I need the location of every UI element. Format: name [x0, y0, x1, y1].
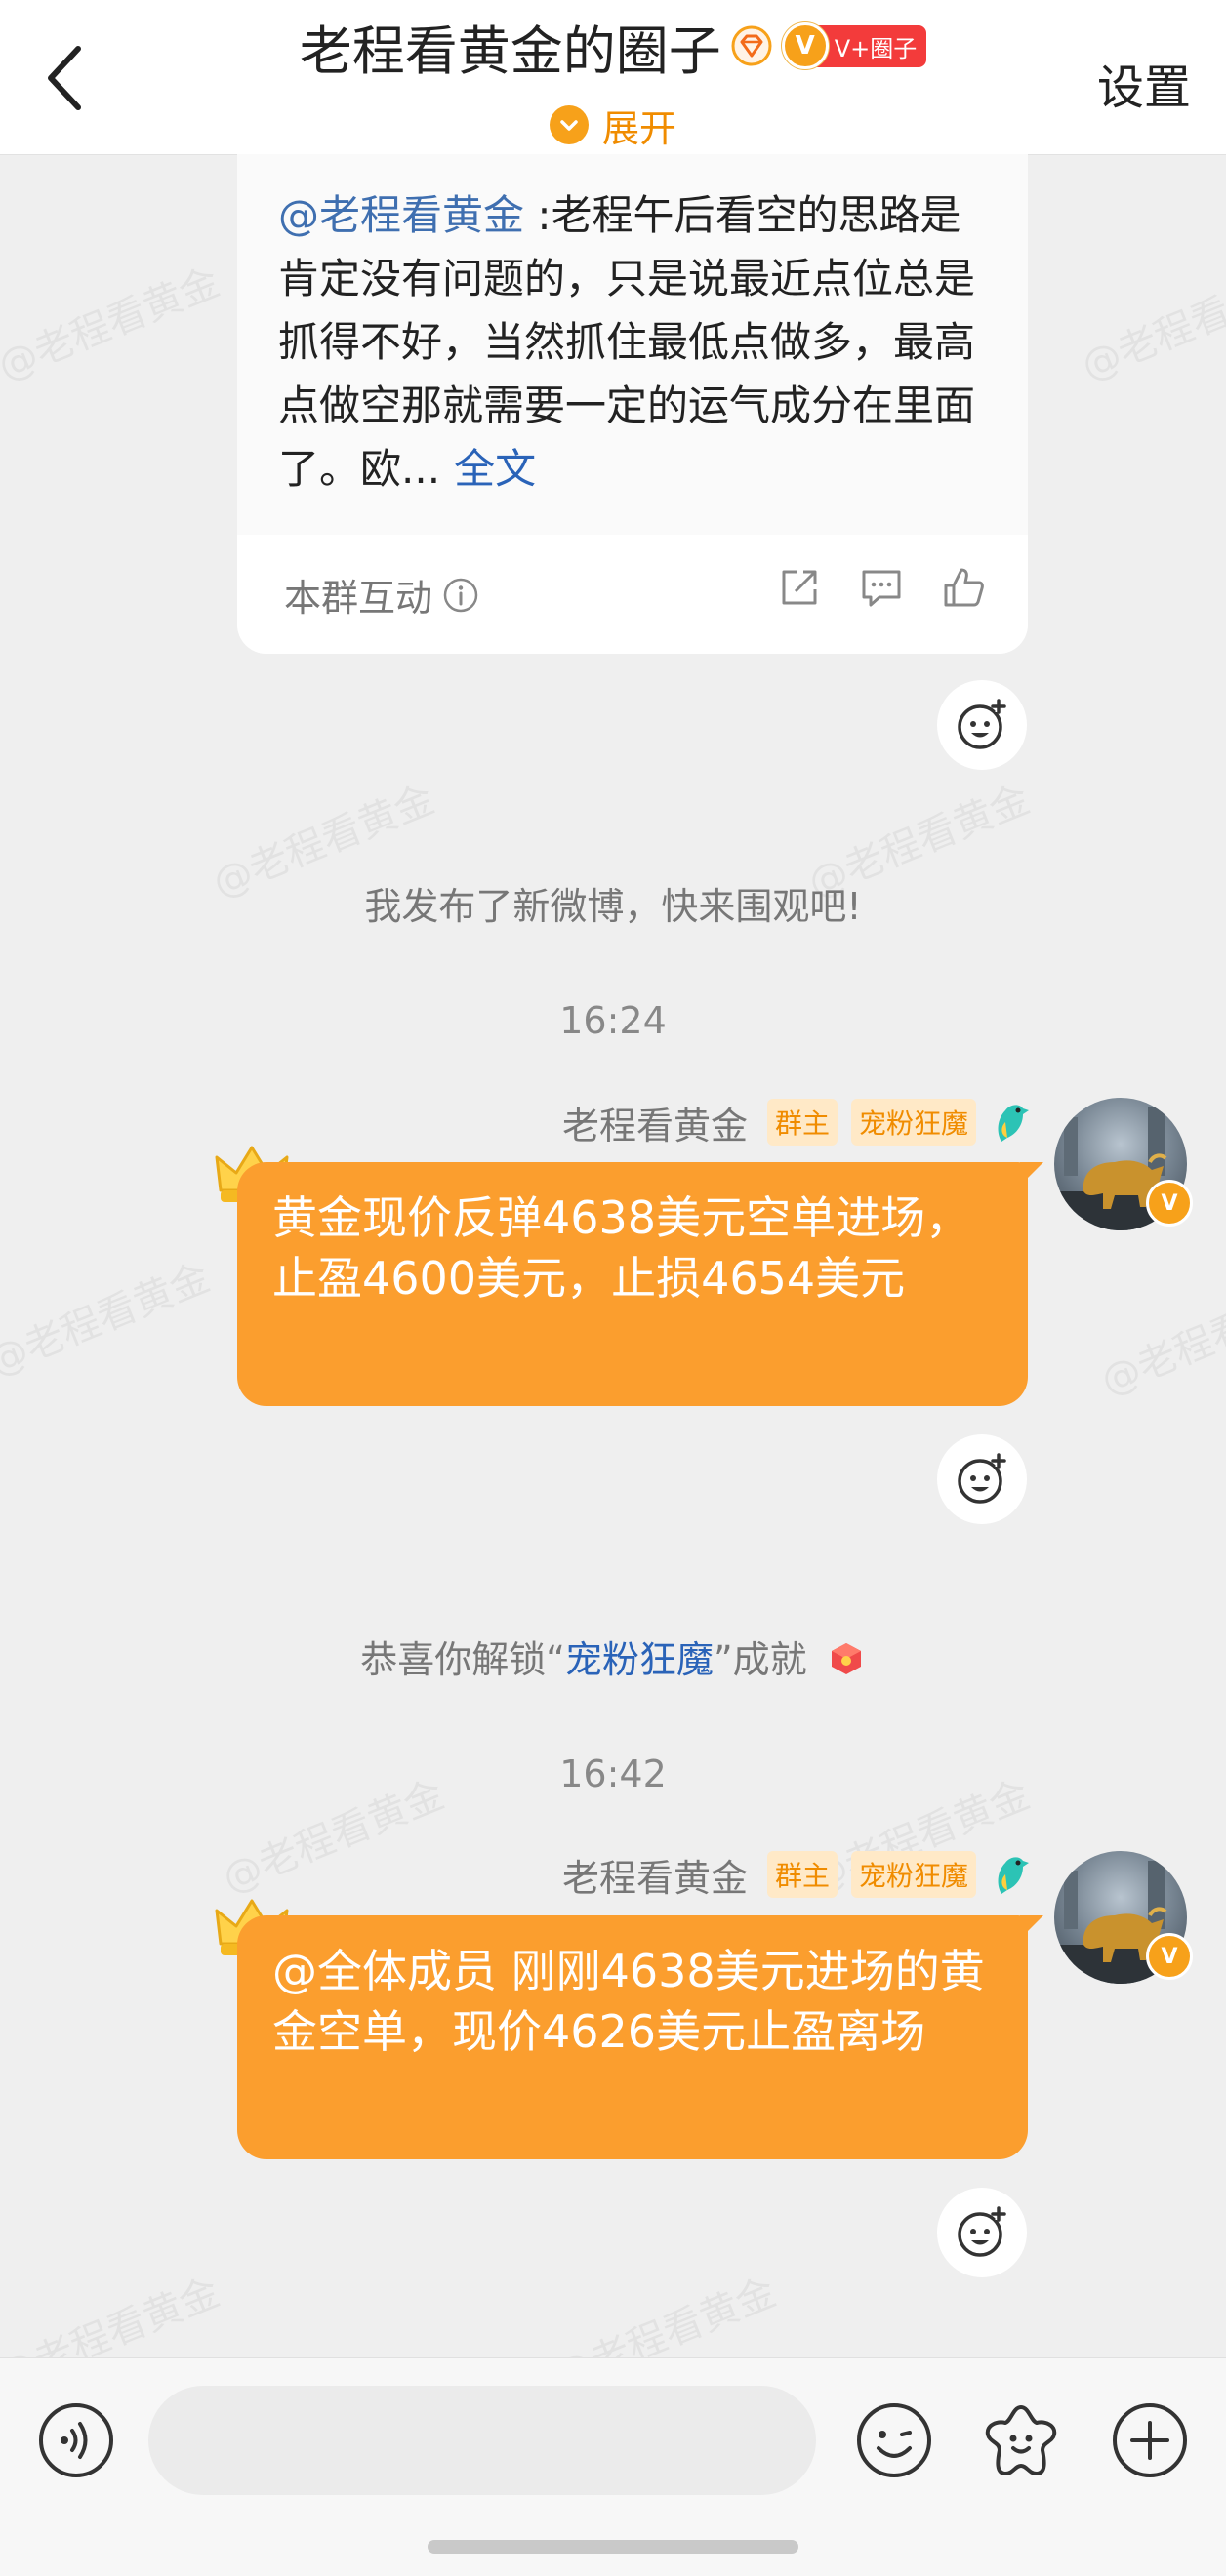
- sender-name[interactable]: 老程看黄金: [562, 1096, 748, 1149]
- achievement-name[interactable]: 宠粉狂魔: [565, 1638, 714, 1681]
- system-message: 我发布了新微博，快来围观吧!: [364, 885, 862, 928]
- post-mention[interactable]: @老程看黄金: [278, 191, 524, 239]
- message-input[interactable]: [148, 2386, 816, 2495]
- chat-bubble[interactable]: @全体成员 刚刚4638美元进场的黄金空单，现价4626美元止盈离场: [237, 1915, 1043, 2159]
- sender-row: 老程看黄金 群主 宠粉狂魔: [562, 1095, 1031, 1149]
- owner-tag: 群主: [766, 1851, 838, 1898]
- expand-toggle[interactable]: 展开: [0, 96, 1226, 154]
- post-actions: [776, 564, 987, 611]
- expand-label: 展开: [601, 106, 676, 150]
- title-row: 老程看黄金的圈子 V V+圈子: [0, 12, 1226, 82]
- add-reaction-icon: [958, 699, 1006, 749]
- watermark: @老程看黄金: [0, 1255, 217, 1385]
- post-text: @老程看黄金 :老程午后看空的思路是肯定没有问题的，只是说最近点位总是抓得不好，…: [278, 183, 981, 501]
- sticker-icon[interactable]: [982, 2401, 1060, 2479]
- share-icon[interactable]: [776, 564, 823, 611]
- verified-icon: V: [1146, 1180, 1193, 1227]
- achievement-suffix: ”成就: [713, 1638, 807, 1681]
- emoji-icon[interactable]: [855, 2401, 933, 2479]
- timestamp: 16:42: [559, 1752, 667, 1795]
- header-bar: 老程看黄金的圈子 V V+圈子 展开 设置: [0, 0, 1226, 155]
- bubble-tail: [1020, 1162, 1043, 1186]
- achievement-message: 恭喜你解锁“宠粉狂魔”成就: [0, 1630, 1226, 1683]
- group-interaction[interactable]: 本群互动: [284, 568, 479, 622]
- timestamp: 16:24: [559, 999, 667, 1042]
- watermark: @老程看黄金: [1075, 260, 1226, 389]
- shared-post-card[interactable]: @老程看黄金 :老程午后看空的思路是肯定没有问题的，只是说最近点位总是抓得不好，…: [237, 154, 1028, 654]
- settings-button[interactable]: 设置: [1097, 49, 1191, 117]
- chevron-down-icon: [549, 105, 589, 144]
- sender-row: 老程看黄金 群主 宠粉狂魔: [562, 1847, 1031, 1902]
- group-interaction-label: 本群互动: [284, 577, 433, 620]
- add-reaction-button[interactable]: [937, 680, 1027, 770]
- fan-tag: 宠粉狂魔: [850, 1099, 976, 1146]
- achievement-gift-icon: [831, 1643, 861, 1674]
- like-icon[interactable]: [940, 564, 987, 611]
- bird-icon: [998, 1105, 1029, 1142]
- post-card-footer: 本群互动: [237, 535, 1028, 654]
- diamond-icon: [731, 25, 772, 66]
- add-reaction-button[interactable]: [937, 1434, 1027, 1524]
- sender-name[interactable]: 老程看黄金: [562, 1848, 748, 1902]
- achievement-prefix: 恭喜你解锁“: [360, 1638, 565, 1681]
- avatar[interactable]: V: [1054, 1851, 1193, 1984]
- avatar[interactable]: V: [1054, 1098, 1193, 1230]
- home-indicator[interactable]: [428, 2540, 798, 2554]
- comment-icon[interactable]: [858, 564, 905, 611]
- voice-icon[interactable]: [37, 2401, 115, 2479]
- plus-icon[interactable]: [1111, 2401, 1189, 2479]
- add-reaction-button[interactable]: [937, 2188, 1027, 2277]
- fan-tag: 宠粉狂魔: [850, 1851, 976, 1898]
- vip-icon: V: [781, 22, 829, 69]
- watermark: @老程看黄金: [0, 260, 226, 389]
- message-text: 黄金现价反弹4638美元空单进场，止盈4600美元，止损4654美元: [272, 1191, 971, 1305]
- group-title: 老程看黄金的圈子: [299, 20, 721, 82]
- watermark: @老程看黄金: [1094, 1274, 1226, 1404]
- bird-icon: [998, 1857, 1029, 1894]
- info-icon[interactable]: [442, 577, 479, 614]
- vip-circle-label: V+圈子: [816, 24, 927, 67]
- owner-tag: 群主: [766, 1099, 838, 1146]
- add-reaction-icon: [958, 1453, 1006, 1504]
- add-reaction-icon: [958, 2206, 1006, 2257]
- chat-bubble[interactable]: 黄金现价反弹4638美元空单进场，止盈4600美元，止损4654美元: [237, 1162, 1043, 1406]
- bubble-tail: [1020, 1915, 1043, 1939]
- vip-badge[interactable]: V V+圈子: [781, 22, 927, 69]
- verified-icon: V: [1146, 1933, 1193, 1980]
- full-text-link[interactable]: 全文: [454, 445, 536, 493]
- message-text: @全体成员 刚刚4638美元进场的黄金空单，现价4626美元止盈离场: [272, 1945, 985, 2058]
